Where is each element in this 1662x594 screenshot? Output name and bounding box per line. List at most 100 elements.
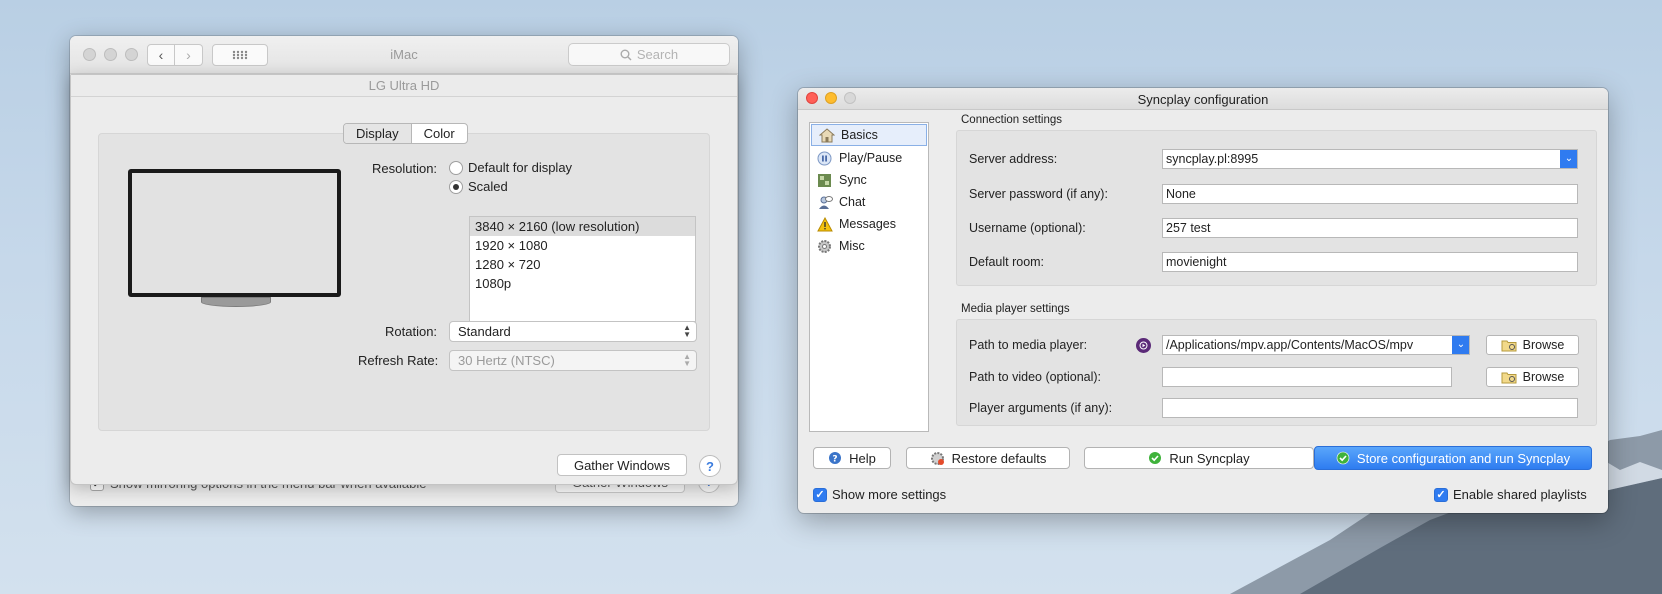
radio-scaled[interactable]: Scaled — [449, 179, 508, 194]
browse-label: Browse — [1522, 338, 1565, 352]
server-password-input[interactable]: None — [1162, 184, 1578, 204]
media-player-settings-title: Media player settings — [961, 303, 1070, 315]
run-syncplay-label: Run Syncplay — [1169, 450, 1250, 466]
tab-display[interactable]: Display — [344, 124, 412, 143]
server-address-value: syncplay.pl:8995 — [1166, 152, 1259, 166]
imac-titlebar: ‹ › iMac Search — [70, 36, 738, 74]
restore-icon — [930, 451, 944, 465]
show-more-settings-label: Show more settings — [832, 487, 947, 502]
show-more-settings-checkbox[interactable]: ✓ Show more settings — [813, 487, 946, 502]
player-arguments-label: Player arguments (if any): — [969, 401, 1113, 415]
refresh-rate-select: 30 Hertz (NTSC) ▲ ▼ — [449, 350, 697, 371]
refresh-rate-value: 30 Hertz (NTSC) — [458, 353, 555, 368]
gear-icon — [816, 238, 833, 255]
search-input[interactable]: Search — [568, 43, 730, 66]
restore-defaults-label: Restore defaults — [951, 450, 1047, 466]
updown-arrows-icon: ▲ ▼ — [683, 352, 691, 368]
sidebar-item-label: Misc — [839, 239, 865, 253]
updown-arrows-icon: ▲ ▼ — [683, 323, 691, 339]
connection-settings-title: Connection settings — [961, 114, 1063, 126]
player-path-value: /Applications/mpv.app/Contents/MacOS/mpv — [1166, 338, 1414, 352]
store-and-run-label: Store configuration and run Syncplay — [1356, 450, 1571, 466]
help-icon: ? — [829, 452, 842, 465]
browse-player-button[interactable]: Browse — [1486, 335, 1579, 355]
search-placeholder: Search — [636, 47, 679, 62]
list-item[interactable]: 1920 × 1080 — [470, 236, 695, 255]
browse-video-button[interactable]: Browse — [1486, 367, 1579, 387]
warning-icon — [816, 216, 833, 233]
player-path-label: Path to media player: — [969, 338, 1088, 352]
sidebar-item-label: Messages — [839, 217, 896, 231]
default-room-input[interactable]: movienight — [1162, 252, 1578, 272]
lg-display-window: LG Ultra HD Display Color Resolution: De… — [70, 74, 738, 485]
monitor-stand — [201, 297, 271, 307]
sidebar-item-sync[interactable]: Sync — [810, 169, 928, 191]
settings-sidebar: Basics Play/Pause Sync Chat Messages Mis… — [809, 122, 929, 432]
rotation-value: Standard — [458, 324, 511, 339]
syncplay-window: Syncplay configuration Basics Play/Pause… — [798, 88, 1608, 513]
mpv-icon — [1136, 338, 1151, 353]
radio-button[interactable] — [449, 160, 463, 175]
lg-window-title: LG Ultra HD — [71, 75, 737, 97]
browse-label: Browse — [1522, 370, 1565, 384]
resolution-list[interactable]: 3840 × 2160 (low resolution) 1920 × 1080… — [469, 216, 696, 322]
resolution-label: Resolution: — [372, 161, 438, 176]
sidebar-item-label: Play/Pause — [839, 151, 903, 165]
refresh-rate-label: Refresh Rate: — [358, 353, 439, 368]
sidebar-item-label: Chat — [839, 195, 866, 209]
radio-label: Default for display — [468, 160, 573, 175]
rotation-label: Rotation: — [385, 324, 438, 339]
folder-icon — [1501, 372, 1517, 383]
store-and-run-button[interactable]: Store configuration and run Syncplay — [1314, 446, 1592, 470]
username-input[interactable]: 257 test — [1162, 218, 1578, 238]
folder-icon — [1501, 340, 1517, 351]
list-item[interactable]: 1080p — [470, 274, 695, 293]
syncplay-titlebar: Syncplay configuration — [798, 88, 1608, 110]
sidebar-item-misc[interactable]: Misc — [810, 235, 928, 257]
enable-shared-playlists-label: Enable shared playlists — [1453, 487, 1587, 502]
chat-icon — [816, 194, 833, 211]
player-path-combo[interactable]: /Applications/mpv.app/Contents/MacOS/mpv… — [1162, 335, 1470, 355]
server-address-combo[interactable]: syncplay.pl:8995 ⌄ — [1162, 149, 1578, 169]
chevron-down-icon[interactable]: ⌄ — [1560, 150, 1577, 168]
sidebar-item-label: Basics — [841, 128, 878, 142]
restore-defaults-button[interactable]: Restore defaults — [906, 447, 1070, 469]
radio-button[interactable] — [449, 179, 463, 194]
video-path-label: Path to video (optional): — [969, 370, 1102, 384]
pause-icon — [816, 150, 833, 167]
check-circle-icon — [1336, 451, 1350, 465]
svg-text:?: ? — [833, 455, 838, 465]
rotation-select[interactable]: Standard ▲ ▼ — [449, 321, 697, 342]
server-password-label: Server password (if any): — [969, 187, 1108, 201]
radio-default-for-display[interactable]: Default for display — [449, 160, 572, 175]
default-room-label: Default room: — [969, 255, 1045, 269]
display-color-tabs: Display Color — [343, 123, 468, 144]
house-icon — [818, 127, 835, 144]
run-syncplay-button[interactable]: Run Syncplay — [1084, 447, 1314, 469]
player-arguments-input[interactable] — [1162, 398, 1578, 418]
help-label: Help — [849, 450, 876, 466]
radio-label: Scaled — [468, 179, 508, 194]
window-title: Syncplay configuration — [1137, 92, 1269, 107]
list-item[interactable]: 3840 × 2160 (low resolution) — [470, 217, 695, 236]
username-label: Username (optional): — [969, 221, 1086, 235]
checkbox-checked[interactable]: ✓ — [813, 487, 827, 502]
check-circle-icon — [1149, 452, 1162, 464]
search-icon — [620, 49, 632, 60]
video-path-input[interactable] — [1162, 367, 1452, 387]
chevron-down-icon[interactable]: ⌄ — [1452, 336, 1469, 354]
enable-shared-playlists-checkbox[interactable]: ✓ Enable shared playlists — [1434, 487, 1587, 502]
help-button[interactable]: ? Help — [813, 447, 891, 469]
sidebar-item-label: Sync — [839, 173, 867, 187]
list-item[interactable]: 1280 × 720 — [470, 255, 695, 274]
tab-color[interactable]: Color — [412, 124, 467, 143]
sidebar-item-messages[interactable]: Messages — [810, 213, 928, 235]
checkbox-checked[interactable]: ✓ — [1434, 487, 1448, 502]
sync-icon — [816, 172, 833, 189]
sidebar-item-play-pause[interactable]: Play/Pause — [810, 147, 928, 169]
monitor-image — [128, 169, 341, 297]
help-button[interactable]: ? — [699, 455, 721, 477]
gather-windows-button[interactable]: Gather Windows — [557, 454, 687, 476]
sidebar-item-basics[interactable]: Basics — [811, 124, 927, 146]
sidebar-item-chat[interactable]: Chat — [810, 191, 928, 213]
